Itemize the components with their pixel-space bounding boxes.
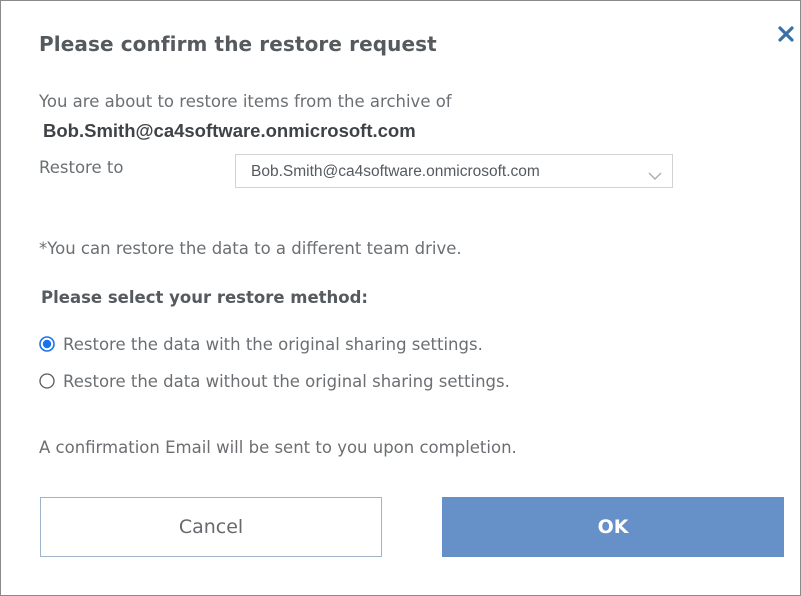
cancel-button[interactable]: Cancel	[40, 497, 382, 557]
radio-selected-icon[interactable]	[39, 336, 55, 352]
radio-unselected-icon[interactable]	[39, 373, 55, 389]
close-icon[interactable]	[773, 21, 799, 47]
confirmation-email-note: A confirmation Email will be sent to you…	[39, 438, 517, 457]
intro-text: You are about to restore items from the …	[39, 92, 452, 111]
restore-method-heading: Please select your restore method:	[41, 288, 369, 307]
restore-confirm-dialog: Please confirm the restore request You a…	[0, 0, 801, 596]
chevron-down-icon	[648, 166, 662, 180]
restore-with-sharing-label: Restore the data with the original shari…	[63, 334, 483, 354]
restore-to-selected-value: Bob.Smith@ca4software.onmicrosoft.com	[251, 163, 540, 180]
cancel-button-label: Cancel	[178, 516, 244, 538]
restore-to-label: Restore to	[39, 158, 124, 177]
restore-with-sharing-option[interactable]: Restore the data with the original shari…	[39, 332, 483, 356]
restore-without-sharing-label: Restore the data without the original sh…	[63, 371, 510, 391]
ok-button-label: OK	[597, 516, 629, 538]
source-account: Bob.Smith@ca4software.onmicrosoft.com	[43, 120, 416, 141]
team-drive-note: *You can restore the data to a different…	[39, 239, 462, 258]
restore-without-sharing-option[interactable]: Restore the data without the original sh…	[39, 369, 510, 393]
ok-button[interactable]: OK	[442, 497, 784, 557]
restore-to-select[interactable]: Bob.Smith@ca4software.onmicrosoft.com	[235, 154, 673, 188]
dialog-title: Please confirm the restore request	[39, 32, 437, 56]
